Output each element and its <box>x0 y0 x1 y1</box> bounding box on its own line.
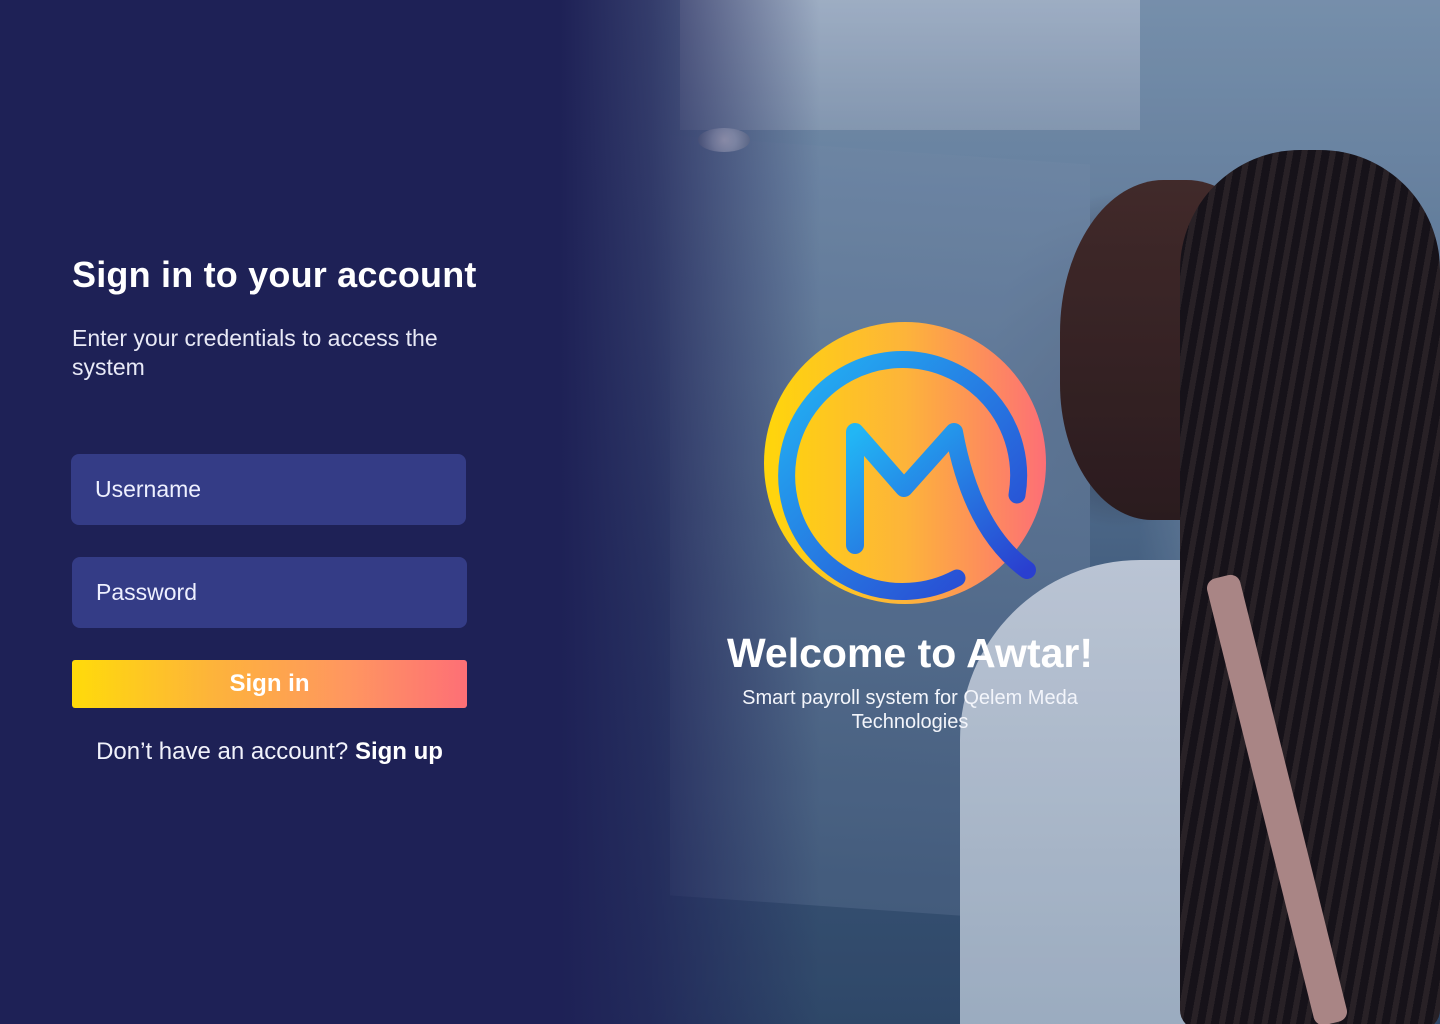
awtar-m-logo-icon <box>764 322 1046 604</box>
signup-prompt: Don’t have an account? Sign up <box>72 738 467 766</box>
signup-link[interactable]: Sign up <box>355 738 443 765</box>
signin-button[interactable]: Sign in <box>72 660 467 708</box>
signin-title: Sign in to your account <box>72 254 477 295</box>
password-input[interactable] <box>72 557 467 628</box>
welcome-heading: Welcome to Awtar! <box>726 630 1094 676</box>
signin-subtitle: Enter your credentials to access the sys… <box>72 325 438 380</box>
no-account-text: Don’t have an account? <box>96 738 349 765</box>
username-input[interactable] <box>71 454 466 525</box>
welcome-tagline: Smart payroll system for Qelem Meda Tech… <box>742 687 1078 733</box>
